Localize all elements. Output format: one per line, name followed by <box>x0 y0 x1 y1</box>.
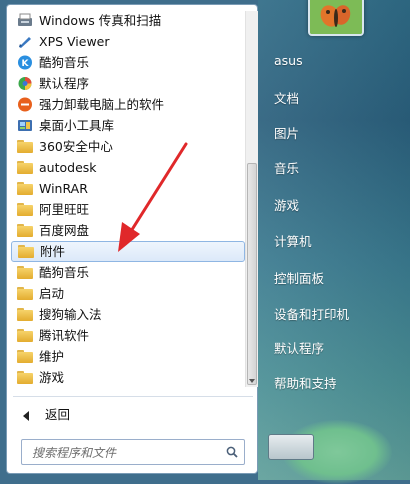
back-arrow-icon <box>23 410 29 421</box>
programs-scrollbar[interactable] <box>245 11 258 387</box>
program-label: Windows 传真和扫描 <box>39 13 162 28</box>
folder-icon <box>17 308 33 321</box>
program-item[interactable]: 桌面小工具库 <box>13 115 243 136</box>
program-folder[interactable]: autodesk <box>13 157 243 178</box>
program-label: 强力卸载电脑上的软件 <box>39 97 165 112</box>
program-folder[interactable]: 启动 <box>13 283 243 304</box>
scroll-down-icon[interactable] <box>249 379 255 383</box>
user-avatar[interactable] <box>308 0 364 36</box>
program-folder[interactable]: 酷狗音乐 <box>13 262 243 283</box>
program-label: 360安全中心 <box>39 139 113 154</box>
folder-icon <box>17 203 33 216</box>
program-folder[interactable]: 游戏 <box>13 367 243 388</box>
program-folder[interactable]: 维护 <box>13 346 243 367</box>
scrollbar-thumb[interactable] <box>247 163 257 385</box>
program-label: 维护 <box>39 349 65 364</box>
program-label: 酷狗音乐 <box>39 265 90 280</box>
program-label: 百度网盘 <box>39 223 90 238</box>
folder-icon <box>17 350 33 363</box>
folder-icon <box>18 245 34 258</box>
program-folder[interactable]: 搜狗输入法 <box>13 304 243 325</box>
program-item[interactable]: K 酷狗音乐 <box>13 52 243 73</box>
program-label: 腾讯软件 <box>39 328 90 343</box>
program-folder[interactable]: 360安全中心 <box>13 136 243 157</box>
folder-icon <box>17 224 33 237</box>
program-label: 附件 <box>40 244 66 259</box>
folder-icon <box>17 140 33 153</box>
right-menu-item[interactable]: 文档 <box>274 88 299 107</box>
xps-icon <box>19 37 31 48</box>
uninstall-icon <box>18 97 32 112</box>
program-label: 阿里旺旺 <box>39 202 90 217</box>
gadgets-icon <box>18 120 32 131</box>
kugou-icon: K <box>18 55 32 70</box>
folder-icon <box>17 266 33 279</box>
program-label: 搜狗输入法 <box>39 307 102 322</box>
search-input[interactable] <box>30 441 214 465</box>
program-label: XPS Viewer <box>39 34 110 49</box>
program-label: 启动 <box>39 286 65 301</box>
program-folder[interactable]: 百度网盘 <box>13 220 243 241</box>
program-folder[interactable]: 腾讯软件 <box>13 325 243 346</box>
program-item[interactable]: Windows 传真和扫描 <box>13 10 243 31</box>
right-menu-item[interactable]: 设备和打印机 <box>274 304 349 323</box>
all-programs-list: Windows 传真和扫描 XPS Viewer K 酷狗音乐 默认程序 强力卸载电脑上的… <box>11 10 245 388</box>
program-label: WinRAR <box>39 181 88 196</box>
back-label: 返回 <box>45 407 71 422</box>
program-label: autodesk <box>39 160 97 175</box>
program-item[interactable]: XPS Viewer <box>13 31 243 52</box>
program-folder[interactable]: WinRAR <box>13 178 243 199</box>
folder-icon <box>17 287 33 300</box>
shutdown-button[interactable] <box>268 434 314 460</box>
search-icon[interactable] <box>226 446 238 458</box>
fax-icon <box>18 13 32 26</box>
right-menu-item[interactable]: asus <box>274 53 303 68</box>
program-label: 游戏 <box>39 370 65 385</box>
program-folder[interactable]: 附件 <box>11 241 245 262</box>
right-menu-item[interactable]: 游戏 <box>274 195 299 214</box>
folder-icon <box>17 182 33 195</box>
program-item[interactable]: 默认程序 <box>13 73 243 94</box>
default-programs-icon <box>18 77 32 90</box>
back-button[interactable]: 返回 <box>23 405 70 425</box>
program-label: 桌面小工具库 <box>39 118 115 133</box>
programs-pane: Windows 传真和扫描 XPS Viewer K 酷狗音乐 默认程序 强力卸载电脑上的… <box>6 4 258 474</box>
program-folder[interactable]: 阿里旺旺 <box>13 199 243 220</box>
program-label: 酷狗音乐 <box>39 55 90 70</box>
program-label: 默认程序 <box>39 76 90 91</box>
right-menu-item[interactable]: 帮助和支持 <box>274 373 337 392</box>
svg-text:K: K <box>22 59 30 69</box>
right-menu-item[interactable]: 计算机 <box>274 231 312 250</box>
program-item[interactable]: 强力卸载电脑上的软件 <box>13 94 243 115</box>
folder-icon <box>17 161 33 174</box>
folder-icon <box>17 371 33 384</box>
right-menu-item[interactable]: 音乐 <box>274 158 299 177</box>
butterfly-picture-icon <box>310 0 362 34</box>
right-menu-item[interactable]: 图片 <box>274 123 299 142</box>
divider <box>13 396 253 397</box>
search-box[interactable] <box>21 439 245 465</box>
right-menu-item[interactable]: 控制面板 <box>274 268 324 287</box>
right-menu-item[interactable]: 默认程序 <box>274 338 324 357</box>
folder-icon <box>17 329 33 342</box>
